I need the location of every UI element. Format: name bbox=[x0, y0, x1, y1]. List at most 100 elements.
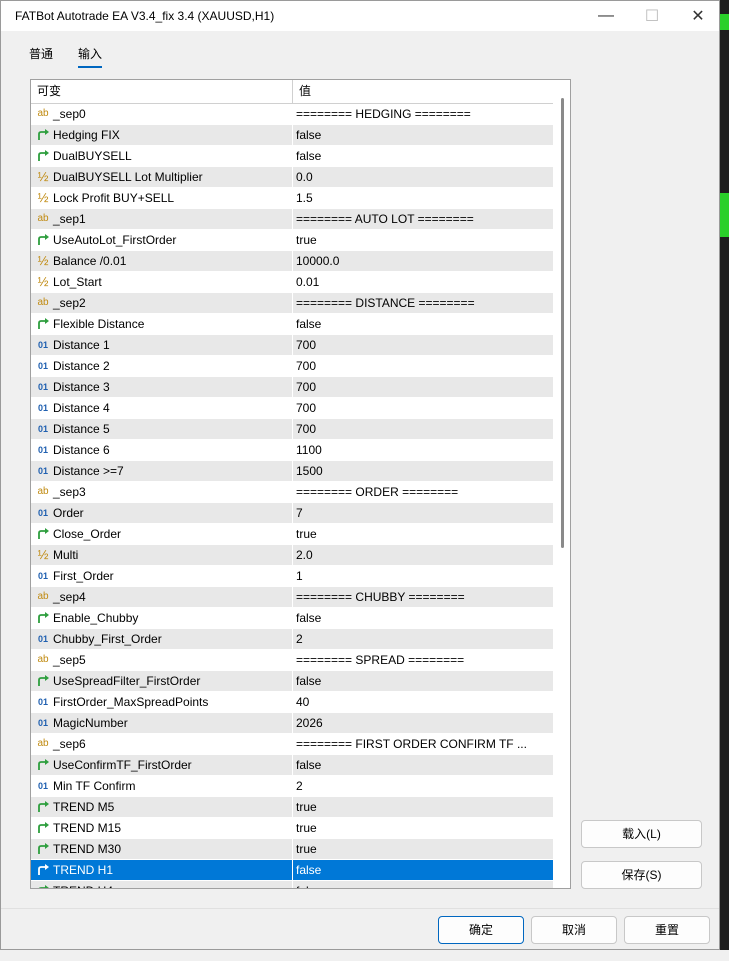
row-value-cell[interactable]: ======== CHUBBY ======== bbox=[293, 587, 553, 607]
row-name-cell[interactable]: Close_Order bbox=[31, 524, 292, 544]
grid-row[interactable]: ab _sep6 ======== FIRST ORDER CONFIRM TF .… bbox=[31, 734, 553, 755]
row-name-cell[interactable]: ab _sep0 bbox=[31, 104, 292, 124]
grid-row[interactable]: Hedging FIX false bbox=[31, 125, 553, 146]
row-value-cell[interactable]: false bbox=[293, 671, 553, 691]
grid-row[interactable]: ½ Lock Profit BUY+SELL 1.5 bbox=[31, 188, 553, 209]
grid-row[interactable]: TREND M15 true bbox=[31, 818, 553, 839]
row-name-cell[interactable]: ab _sep1 bbox=[31, 209, 292, 229]
row-name-cell[interactable]: ½ Balance /0.01 bbox=[31, 251, 292, 271]
row-name-cell[interactable]: 01 Distance >=7 bbox=[31, 461, 292, 481]
row-value-cell[interactable]: true bbox=[293, 818, 553, 838]
row-value-cell[interactable]: false bbox=[293, 860, 553, 880]
row-value-cell[interactable]: 700 bbox=[293, 377, 553, 397]
row-name-cell[interactable]: ½ Lot_Start bbox=[31, 272, 292, 292]
row-value-cell[interactable]: 1500 bbox=[293, 461, 553, 481]
row-name-cell[interactable]: TREND H4 bbox=[31, 881, 292, 888]
column-header-value[interactable]: 值 bbox=[293, 80, 553, 103]
grid-row[interactable]: TREND M30 true bbox=[31, 839, 553, 860]
row-value-cell[interactable]: 10000.0 bbox=[293, 251, 553, 271]
row-name-cell[interactable]: 01 Chubby_First_Order bbox=[31, 629, 292, 649]
row-name-cell[interactable]: ab _sep2 bbox=[31, 293, 292, 313]
reset-button[interactable]: 重置 bbox=[624, 916, 710, 944]
row-name-cell[interactable]: 01 Distance 2 bbox=[31, 356, 292, 376]
grid-row[interactable]: ½ Multi 2.0 bbox=[31, 545, 553, 566]
grid-row[interactable]: 01 Distance 3 700 bbox=[31, 377, 553, 398]
grid-row[interactable]: ab _sep2 ======== DISTANCE ======== bbox=[31, 293, 553, 314]
ok-button[interactable]: 确定 bbox=[438, 916, 524, 944]
row-name-cell[interactable]: Hedging FIX bbox=[31, 125, 292, 145]
row-name-cell[interactable]: 01 Distance 5 bbox=[31, 419, 292, 439]
minimize-button[interactable]: — bbox=[583, 1, 629, 31]
row-value-cell[interactable]: 2.0 bbox=[293, 545, 553, 565]
grid-row[interactable]: 01 Distance 4 700 bbox=[31, 398, 553, 419]
row-value-cell[interactable]: 2 bbox=[293, 629, 553, 649]
grid-row[interactable]: 01 First_Order 1 bbox=[31, 566, 553, 587]
row-name-cell[interactable]: 01 Distance 4 bbox=[31, 398, 292, 418]
row-value-cell[interactable]: ======== ORDER ======== bbox=[293, 482, 553, 502]
row-name-cell[interactable]: UseAutoLot_FirstOrder bbox=[31, 230, 292, 250]
row-value-cell[interactable]: false bbox=[293, 881, 553, 888]
row-name-cell[interactable]: ½ DualBUYSELL Lot Multiplier bbox=[31, 167, 292, 187]
grid-row[interactable]: ab _sep3 ======== ORDER ======== bbox=[31, 482, 553, 503]
row-value-cell[interactable]: 2026 bbox=[293, 713, 553, 733]
grid-row[interactable]: 01 Distance >=7 1500 bbox=[31, 461, 553, 482]
grid-row[interactable]: 01 Chubby_First_Order 2 bbox=[31, 629, 553, 650]
grid-row[interactable]: ½ Balance /0.01 10000.0 bbox=[31, 251, 553, 272]
grid-row[interactable]: 01 Distance 2 700 bbox=[31, 356, 553, 377]
row-value-cell[interactable]: 1100 bbox=[293, 440, 553, 460]
load-button[interactable]: 载入(L) bbox=[581, 820, 702, 848]
grid-row[interactable]: UseSpreadFilter_FirstOrder false bbox=[31, 671, 553, 692]
grid-row[interactable]: 01 Distance 1 700 bbox=[31, 335, 553, 356]
row-value-cell[interactable]: false bbox=[293, 755, 553, 775]
row-name-cell[interactable]: Flexible Distance bbox=[31, 314, 292, 334]
row-value-cell[interactable]: ======== SPREAD ======== bbox=[293, 650, 553, 670]
row-name-cell[interactable]: 01 Distance 3 bbox=[31, 377, 292, 397]
row-value-cell[interactable]: true bbox=[293, 839, 553, 859]
row-value-cell[interactable]: true bbox=[293, 230, 553, 250]
close-button[interactable]: ✕ bbox=[675, 1, 721, 31]
row-value-cell[interactable]: 700 bbox=[293, 356, 553, 376]
tab-inputs[interactable]: 输入 bbox=[78, 45, 103, 68]
row-name-cell[interactable]: UseSpreadFilter_FirstOrder bbox=[31, 671, 292, 691]
grid-row[interactable]: UseConfirmTF_FirstOrder false bbox=[31, 755, 553, 776]
column-header-variable[interactable]: 可变 bbox=[31, 80, 292, 103]
grid-row[interactable]: ½ DualBUYSELL Lot Multiplier 0.0 bbox=[31, 167, 553, 188]
row-name-cell[interactable]: DualBUYSELL bbox=[31, 146, 292, 166]
row-value-cell[interactable]: true bbox=[293, 524, 553, 544]
row-value-cell[interactable]: false bbox=[293, 125, 553, 145]
grid-row[interactable]: ½ Lot_Start 0.01 bbox=[31, 272, 553, 293]
row-value-cell[interactable]: true bbox=[293, 797, 553, 817]
row-name-cell[interactable]: ab _sep6 bbox=[31, 734, 292, 754]
row-name-cell[interactable]: TREND M5 bbox=[31, 797, 292, 817]
grid-row[interactable]: ab _sep4 ======== CHUBBY ======== bbox=[31, 587, 553, 608]
grid-row[interactable]: ab _sep5 ======== SPREAD ======== bbox=[31, 650, 553, 671]
row-value-cell[interactable]: false bbox=[293, 314, 553, 334]
cancel-button[interactable]: 取消 bbox=[531, 916, 617, 944]
row-name-cell[interactable]: 01 MagicNumber bbox=[31, 713, 292, 733]
grid-row[interactable]: 01 MagicNumber 2026 bbox=[31, 713, 553, 734]
grid-row[interactable]: 01 Distance 5 700 bbox=[31, 419, 553, 440]
row-value-cell[interactable]: 1 bbox=[293, 566, 553, 586]
grid-row[interactable]: DualBUYSELL false bbox=[31, 146, 553, 167]
row-name-cell[interactable]: 01 Order bbox=[31, 503, 292, 523]
row-value-cell[interactable]: false bbox=[293, 146, 553, 166]
tab-common[interactable]: 普通 bbox=[29, 45, 53, 62]
row-name-cell[interactable]: ab _sep4 bbox=[31, 587, 292, 607]
row-name-cell[interactable]: ab _sep5 bbox=[31, 650, 292, 670]
row-value-cell[interactable]: ======== HEDGING ======== bbox=[293, 104, 553, 124]
scrollbar-thumb[interactable] bbox=[561, 98, 564, 548]
grid-row[interactable]: TREND H4 false bbox=[31, 881, 553, 888]
row-value-cell[interactable]: ======== FIRST ORDER CONFIRM TF ... bbox=[293, 734, 553, 754]
grid-row[interactable]: ab _sep0 ======== HEDGING ======== bbox=[31, 104, 553, 125]
row-name-cell[interactable]: 01 Min TF Confirm bbox=[31, 776, 292, 796]
row-name-cell[interactable]: TREND H1 bbox=[31, 860, 292, 880]
grid-row[interactable]: Flexible Distance false bbox=[31, 314, 553, 335]
grid-row[interactable]: Close_Order true bbox=[31, 524, 553, 545]
row-value-cell[interactable]: false bbox=[293, 608, 553, 628]
row-value-cell[interactable]: 7 bbox=[293, 503, 553, 523]
grid-row[interactable]: 01 Min TF Confirm 2 bbox=[31, 776, 553, 797]
row-name-cell[interactable]: ½ Lock Profit BUY+SELL bbox=[31, 188, 292, 208]
row-name-cell[interactable]: TREND M15 bbox=[31, 818, 292, 838]
grid-row[interactable]: TREND H1 false bbox=[31, 860, 553, 881]
row-value-cell[interactable]: 0.0 bbox=[293, 167, 553, 187]
